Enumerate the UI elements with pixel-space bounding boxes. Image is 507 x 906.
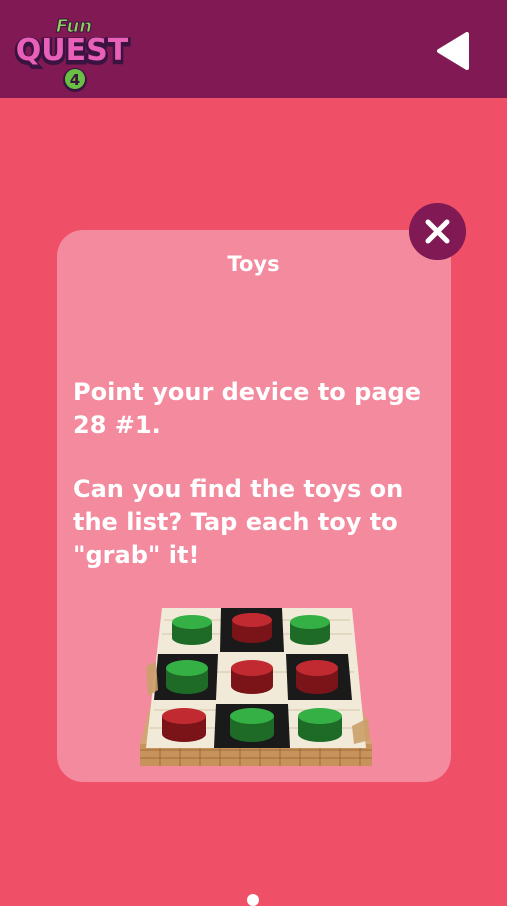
logo-level-number: 4 (70, 71, 80, 89)
back-button[interactable] (435, 28, 481, 74)
checkers-board-illustration[interactable] (140, 600, 372, 772)
home-indicator (247, 894, 259, 906)
play-left-triangle-icon (437, 32, 469, 70)
close-button[interactable] (409, 203, 466, 260)
instruction-find-toys: Can you find the toys on the list? Tap e… (73, 475, 404, 569)
logo-quest-text: QUEST (16, 33, 129, 68)
fun-quest-logo: Fun QUEST QUEST 4 (14, 16, 131, 92)
instruction-point-device: Point your device to page 28 #1. (73, 378, 421, 439)
top-bar: Fun QUEST QUEST 4 (0, 0, 507, 98)
